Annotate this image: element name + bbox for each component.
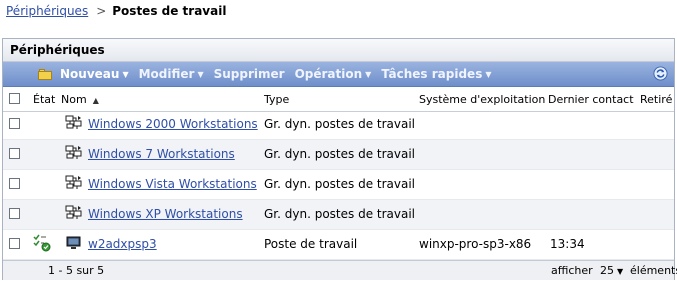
chevron-down-icon: ▼ [365,70,372,79]
breadcrumb-current: Postes de travail [112,4,227,18]
row-checkbox[interactable] [9,140,20,169]
refresh-icon[interactable] [653,66,668,81]
new-folder-icon [38,68,52,80]
row-name-link[interactable]: Windows Vista Workstations [88,170,257,199]
row-checkbox[interactable] [9,170,20,199]
breadcrumb-link-devices[interactable]: Périphériques [6,4,88,18]
table-row[interactable]: w2adxpsp3 Poste de travail winxp-pro-sp3… [3,230,674,260]
row-name-link[interactable]: w2adxpsp3 [88,230,157,259]
table-row[interactable]: Windows XP Workstations Gr. dyn. postes … [3,200,674,230]
header-type[interactable]: Type [264,93,289,106]
modify-menu-button[interactable]: Modifier ▼ [139,67,204,81]
dynamic-group-icon [65,140,83,169]
chevron-down-icon: ▼ [122,70,129,79]
status-ok-icon [33,230,51,259]
row-last-contact: 13:34 [550,237,585,251]
table-row[interactable]: Windows 7 Workstations Gr. dyn. postes d… [3,140,674,170]
pagination-bar: 1 - 5 sur 5 afficher 25 ▼ éléments [3,260,677,280]
header-retired[interactable]: Retiré [640,93,672,106]
dynamic-group-icon [65,110,83,139]
breadcrumb: Périphériques > Postes de travail [6,2,226,20]
header-os[interactable]: Système d'exploitation [419,93,545,106]
row-name-link[interactable]: Windows 2000 Workstations [88,110,258,139]
quick-tasks-label: Tâches rapides [381,67,483,81]
sort-ascending-icon: ▲ [92,95,99,105]
chevron-down-icon: ▼ [485,70,492,79]
row-type: Gr. dyn. postes de travail [264,147,416,161]
operation-menu-button[interactable]: Opération ▼ [295,67,372,81]
row-type: Gr. dyn. postes de travail [264,177,416,191]
chevron-down-icon: ▼ [197,70,204,79]
table-row[interactable]: Windows Vista Workstations Gr. dyn. post… [3,170,674,200]
row-name-link[interactable]: Windows XP Workstations [88,200,243,229]
chevron-down-icon: ▼ [617,267,624,276]
pagination-range: 1 - 5 sur 5 [48,264,105,277]
new-label: Nouveau [60,67,120,81]
header-name[interactable]: Nom ▲ [61,93,99,106]
row-type: Gr. dyn. postes de travail [264,207,416,221]
devices-panel: Périphériques Nouveau ▼ Modifier ▼ Supprim… [2,38,675,280]
table-row[interactable]: Windows 2000 Workstations Gr. dyn. poste… [3,110,674,140]
header-status[interactable]: État [33,93,55,106]
toolbar: Nouveau ▼ Modifier ▼ Supprimer Opération ▼ … [3,62,674,87]
items-label: éléments [630,264,677,277]
operation-label: Opération [294,67,363,81]
row-checkbox[interactable] [9,200,20,229]
row-type: Poste de travail [264,237,358,251]
dynamic-group-icon [65,170,83,199]
quick-tasks-menu-button[interactable]: Tâches rapides ▼ [381,67,491,81]
new-menu-button[interactable]: Nouveau ▼ [60,67,129,81]
workstation-icon [66,230,81,259]
row-name-link[interactable]: Windows 7 Workstations [88,140,235,169]
panel-title: Périphériques [3,39,674,62]
breadcrumb-separator: > [96,4,107,18]
header-last-contact[interactable]: Dernier contact [548,93,634,106]
row-checkbox[interactable] [9,230,20,259]
page-size-label: afficher [551,264,593,277]
table-header: État Nom ▲ Type Système d'exploitation De… [3,87,674,112]
row-type: Gr. dyn. postes de travail [264,117,416,131]
delete-button[interactable]: Supprimer [214,67,285,81]
row-os: winxp-pro-sp3-x86 [419,237,532,251]
page-size-select[interactable]: 25 ▼ [600,264,623,277]
modify-label: Modifier [138,67,195,81]
row-checkbox[interactable] [9,110,20,139]
page-size-value: 25 [600,264,614,277]
dynamic-group-icon [65,200,83,229]
header-name-label: Nom [61,92,87,106]
select-all-checkbox[interactable] [9,93,20,104]
